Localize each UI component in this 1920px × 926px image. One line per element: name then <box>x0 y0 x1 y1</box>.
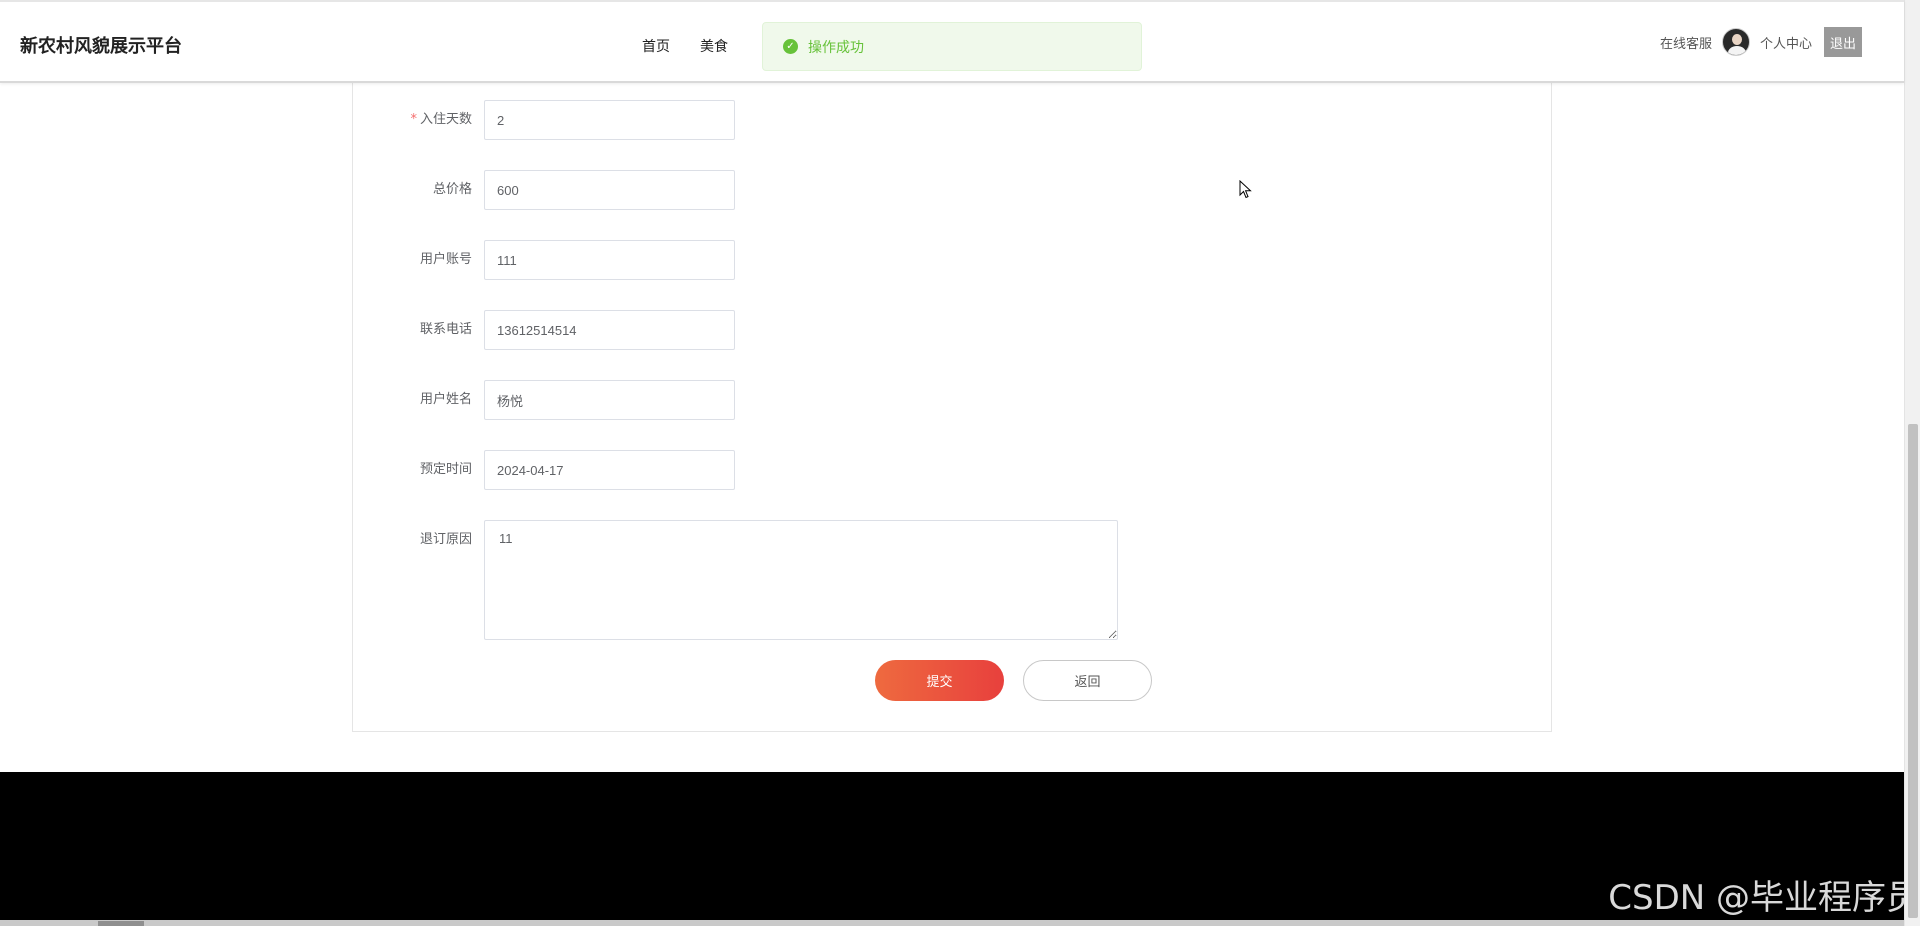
cancel-reason-label: 退订原因 <box>419 532 472 547</box>
site-title[interactable]: 新农村风貌展示平台 <box>20 32 182 58</box>
horizontal-scrollbar[interactable] <box>0 920 1904 926</box>
form-row-stay-days: * 入住天数 <box>353 100 1551 140</box>
nav-item-food[interactable]: 美食 <box>700 36 728 56</box>
vertical-scrollbar[interactable] <box>1904 0 1920 926</box>
watermark: CSDN @毕业程序员 <box>1608 878 1920 918</box>
phone-label: 联系电话 <box>419 322 472 337</box>
form-row-booking-date: 预定时间 <box>353 450 1551 490</box>
user-area: 在线客服 个人中心 退出 <box>1660 27 1862 57</box>
mouse-cursor-icon <box>1239 180 1252 199</box>
booking-date-input[interactable] <box>484 450 735 490</box>
submit-button[interactable]: 提交 <box>875 660 1004 701</box>
booking-date-label: 预定时间 <box>419 462 472 477</box>
online-service-link[interactable]: 在线客服 <box>1660 33 1712 52</box>
toast-message: 操作成功 <box>808 39 864 56</box>
user-name-input[interactable] <box>484 380 735 420</box>
back-button[interactable]: 返回 <box>1023 660 1152 701</box>
form-row-phone: 联系电话 <box>353 310 1551 350</box>
stay-days-input[interactable] <box>484 100 735 140</box>
total-price-input[interactable] <box>484 170 735 210</box>
form-row-cancel-reason: 退订原因 11 <box>353 520 1551 640</box>
cancel-booking-form: *入住天数 总价格 用户账号 联系电话 用户姓名 预定时间 退订原因 11 提交… <box>352 60 1552 732</box>
user-account-input[interactable] <box>484 240 735 280</box>
personal-center-link[interactable]: 个人中心 <box>1760 33 1812 52</box>
required-mark: * <box>410 112 417 127</box>
success-toast: ✓ 操作成功 <box>762 22 1142 71</box>
form-row-user-account: 用户账号 <box>353 240 1551 280</box>
form-row-total-price: 总价格 <box>353 170 1551 210</box>
stay-days-label: * 入住天数 <box>410 112 472 127</box>
vertical-scroll-thumb[interactable] <box>1908 424 1918 918</box>
horizontal-scroll-thumb[interactable] <box>98 921 144 926</box>
success-check-icon: ✓ <box>783 39 798 54</box>
main-nav: 首页 美食 <box>642 36 728 56</box>
user-name-label: 用户姓名 <box>419 392 472 407</box>
cancel-reason-textarea[interactable]: 11 <box>484 520 1118 640</box>
nav-item-home[interactable]: 首页 <box>642 36 670 56</box>
logout-button[interactable]: 退出 <box>1824 27 1862 57</box>
avatar[interactable] <box>1721 28 1750 56</box>
total-price-label: 总价格 <box>432 182 472 197</box>
form-row-user-name: 用户姓名 <box>353 380 1551 420</box>
phone-input[interactable] <box>484 310 735 350</box>
user-account-label: 用户账号 <box>419 252 472 267</box>
